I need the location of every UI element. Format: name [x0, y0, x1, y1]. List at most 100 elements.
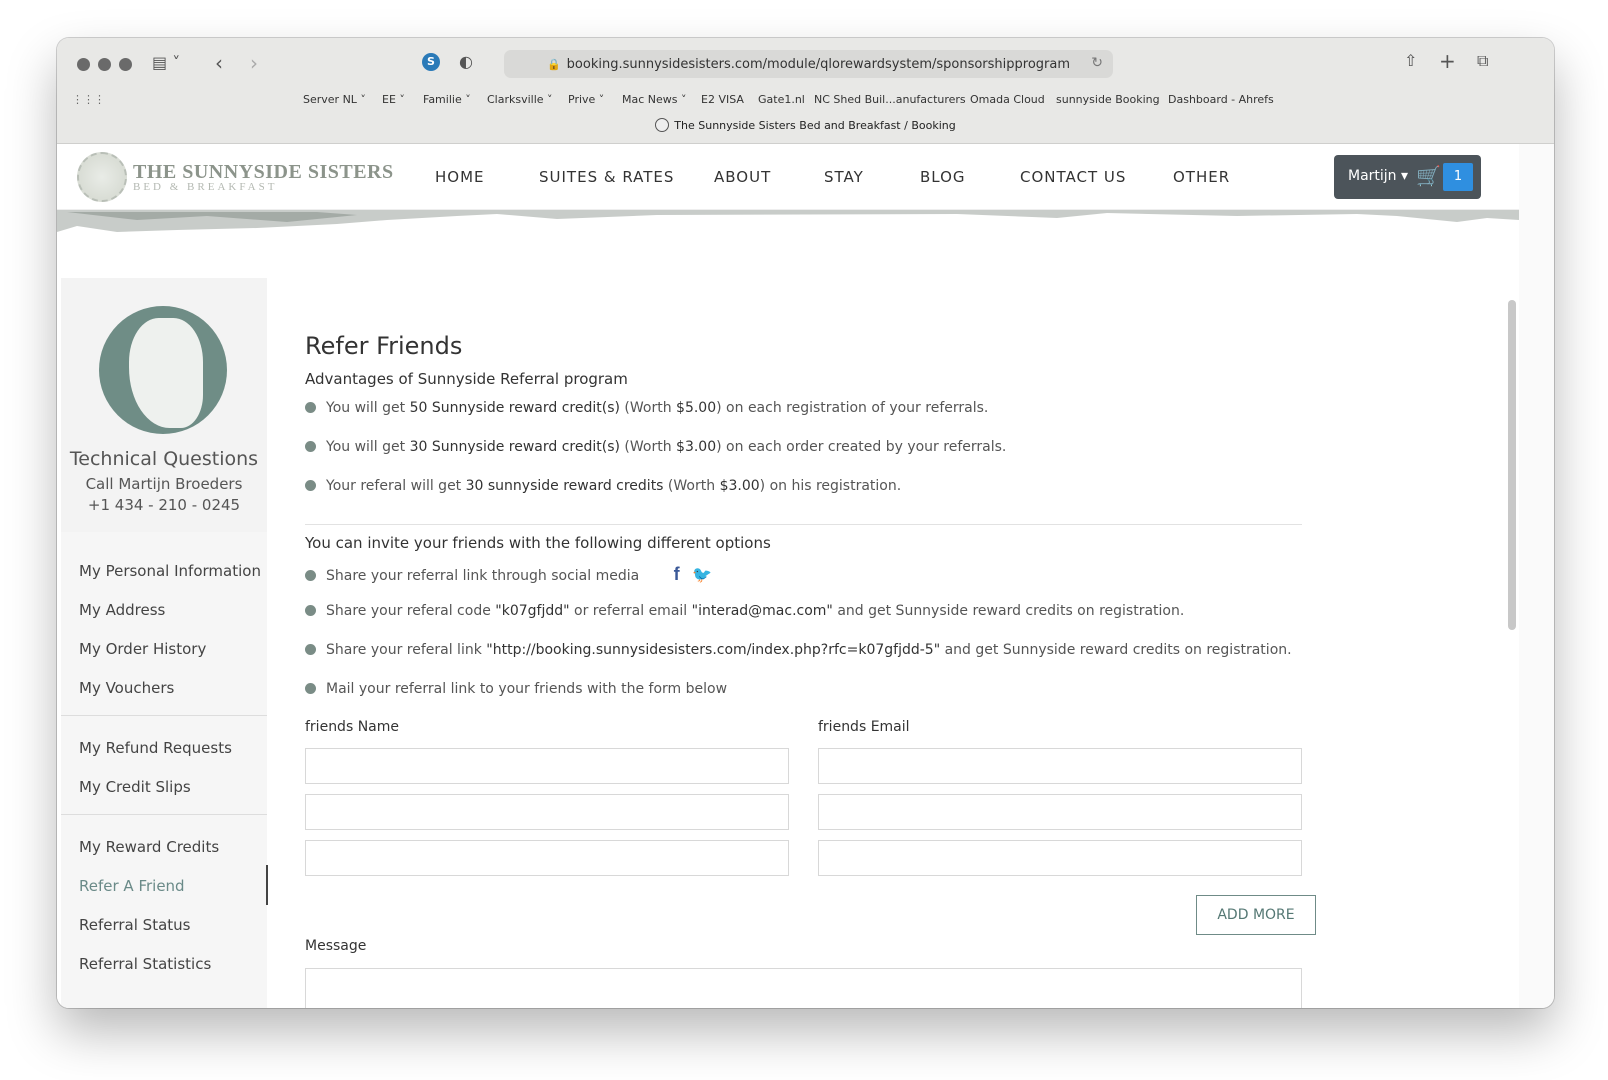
nav-suites-rates[interactable]: SUITES & RATES [539, 168, 674, 186]
sidebar-item-referral-statistics[interactable]: Referral Statistics [79, 955, 211, 973]
referral-email: "interad@mac.com" [691, 603, 833, 619]
logo-line2: BED & BREAKFAST [133, 180, 278, 193]
bookmark-item[interactable]: Clarksville ˅ [487, 93, 553, 106]
tab-overview-icon[interactable]: ⧉ [1477, 51, 1488, 71]
lock-icon: 🔒 [546, 57, 561, 71]
support-phone: +1 434 - 210 - 0245 [87, 496, 241, 514]
friends-email-label: friends Email [818, 719, 910, 735]
nav-stay[interactable]: STAY [824, 168, 864, 186]
nav-contact-us[interactable]: CONTACT US [1020, 168, 1126, 186]
bookmark-item[interactable]: E2 VISA [701, 93, 744, 106]
advantage-item: You will get 50 Sunnyside reward credit(… [305, 400, 988, 416]
extension-s-icon[interactable]: S [422, 53, 440, 71]
divider [61, 814, 267, 815]
bookmark-item[interactable]: Mac News ˅ [622, 93, 687, 106]
bookmark-item[interactable]: EE ˅ [382, 93, 405, 106]
friend-email-input[interactable] [818, 794, 1302, 830]
invite-heading: You can invite your friends with the fol… [305, 534, 771, 552]
close-window-button[interactable] [77, 58, 90, 71]
bullet-icon [305, 644, 316, 655]
support-card: Technical Questions Call Martijn Broeder… [61, 278, 267, 532]
bullet-icon [305, 570, 316, 581]
friend-name-input[interactable] [305, 794, 789, 830]
referral-link: "http://booking.sunnysidesisters.com/ind… [486, 642, 941, 658]
sidebar-item-address[interactable]: My Address [79, 601, 165, 619]
cart-icon[interactable]: 🛒 [1416, 164, 1441, 188]
bookmark-item[interactable]: Omada Cloud [970, 93, 1045, 106]
sidebar-item-order-history[interactable]: My Order History [79, 640, 206, 658]
bookmark-item[interactable]: sunnyside Booking [1056, 93, 1160, 106]
reload-icon[interactable]: ↻ [1091, 55, 1103, 71]
bookmark-item[interactable]: NC Shed Buil...anufacturers [814, 93, 966, 106]
cart-count-badge[interactable]: 1 [1443, 163, 1473, 191]
minimize-window-button[interactable] [98, 58, 111, 71]
bookmark-item[interactable]: Familie ˅ [423, 93, 471, 106]
add-more-button[interactable]: ADD MORE [1196, 895, 1316, 935]
tab-title: The Sunnyside Sisters Bed and Breakfast … [674, 119, 956, 132]
share-icon[interactable]: ⇧ [1404, 51, 1417, 70]
back-icon[interactable]: ‹ [215, 51, 223, 75]
referral-code: "k07gfjdd" [495, 603, 570, 619]
friend-email-input[interactable] [818, 840, 1302, 876]
nav-about[interactable]: ABOUT [714, 168, 771, 186]
friend-name-input[interactable] [305, 840, 789, 876]
decorative-grunge-border [57, 210, 1519, 232]
forward-icon[interactable]: › [250, 51, 258, 75]
page-scrollbar-thumb[interactable] [1508, 300, 1516, 630]
sidebar-item-referral-status[interactable]: Referral Status [79, 916, 190, 934]
support-title: Technical Questions [69, 448, 259, 470]
account-sidebar: Technical Questions Call Martijn Broeder… [61, 278, 268, 1008]
nav-other[interactable]: OTHER [1173, 168, 1230, 186]
new-tab-icon[interactable]: + [1439, 49, 1456, 73]
sidebar-item-personal-information[interactable]: My Personal Information [79, 562, 261, 580]
sidebar-item-vouchers[interactable]: My Vouchers [79, 679, 174, 697]
page-title: Refer Friends [305, 332, 463, 360]
facebook-icon[interactable]: f [674, 564, 680, 584]
advantages-heading: Advantages of Sunnyside Referral program [305, 370, 628, 388]
browser-toolbar: ▤ ˅ ‹ › S ◐ 🔒 booking.sunnysidesisters.c… [57, 38, 1554, 144]
invite-option: Share your referal link "http://booking.… [305, 642, 1292, 658]
message-textarea[interactable] [305, 968, 1302, 1008]
zoom-window-button[interactable] [119, 58, 132, 71]
bullet-icon [305, 480, 316, 491]
invite-option: Share your referal code "k07gfjdd" or re… [305, 603, 1184, 619]
message-label: Message [305, 938, 367, 954]
active-indicator [266, 865, 268, 905]
bookmark-item[interactable]: Dashboard - Ahrefs [1168, 93, 1274, 106]
site-header: THE SUNNYSIDE SISTERS BED & BREAKFAST HO… [57, 144, 1519, 210]
nav-home[interactable]: HOME [435, 168, 485, 186]
active-tab[interactable]: The Sunnyside Sisters Bed and Breakfast … [57, 118, 1554, 132]
twitter-icon[interactable]: 🐦 [692, 565, 712, 584]
bullet-icon [305, 605, 316, 616]
apps-grid-icon[interactable]: ⋮⋮⋮ [72, 93, 105, 106]
friends-name-label: friends Name [305, 719, 399, 735]
advantage-item: You will get 30 Sunnyside reward credit(… [305, 439, 1006, 455]
bookmark-item[interactable]: Gate1.nl [758, 93, 805, 106]
nav-blog[interactable]: BLOG [920, 168, 966, 186]
account-menu-button[interactable]: Martijn ▾ [1348, 168, 1408, 184]
bookmark-item[interactable]: Server NL ˅ [303, 93, 366, 106]
page-scrollbar-track [1519, 144, 1554, 1008]
divider [61, 715, 267, 716]
support-contact: Call Martijn Broeders [85, 475, 243, 493]
sidebar-item-refund-requests[interactable]: My Refund Requests [79, 739, 232, 757]
logo-seal-icon [77, 152, 127, 202]
sidebar-toggle-icon[interactable]: ▤ ˅ [152, 53, 180, 72]
logo-line1: THE SUNNYSIDE SISTERS [133, 160, 394, 183]
sidebar-item-refer-a-friend[interactable]: Refer A Friend [79, 877, 185, 895]
friend-name-input[interactable] [305, 748, 789, 784]
page-viewport: THE SUNNYSIDE SISTERS BED & BREAKFAST HO… [57, 144, 1519, 1008]
browser-window: ▤ ˅ ‹ › S ◐ 🔒 booking.sunnysidesisters.c… [57, 38, 1554, 1008]
bookmark-item[interactable]: Prive ˅ [568, 93, 604, 106]
site-logo[interactable]: THE SUNNYSIDE SISTERS BED & BREAKFAST [77, 152, 394, 202]
sidebar-item-credit-slips[interactable]: My Credit Slips [79, 778, 191, 796]
friend-email-input[interactable] [818, 748, 1302, 784]
invite-option: Share your referral link through social … [305, 564, 712, 585]
invite-option: Mail your referral link to your friends … [305, 681, 727, 697]
sidebar-item-reward-credits[interactable]: My Reward Credits [79, 838, 219, 856]
url-text: booking.sunnysidesisters.com/module/qlor… [566, 56, 1071, 72]
address-bar[interactable]: 🔒 booking.sunnysidesisters.com/module/ql… [504, 50, 1113, 78]
window-controls[interactable] [77, 58, 132, 71]
privacy-shield-icon[interactable]: ◐ [459, 52, 473, 71]
bookmarks-bar: ⋮⋮⋮ Server NL ˅ EE ˅ Familie ˅ Clarksvil… [57, 90, 1554, 112]
